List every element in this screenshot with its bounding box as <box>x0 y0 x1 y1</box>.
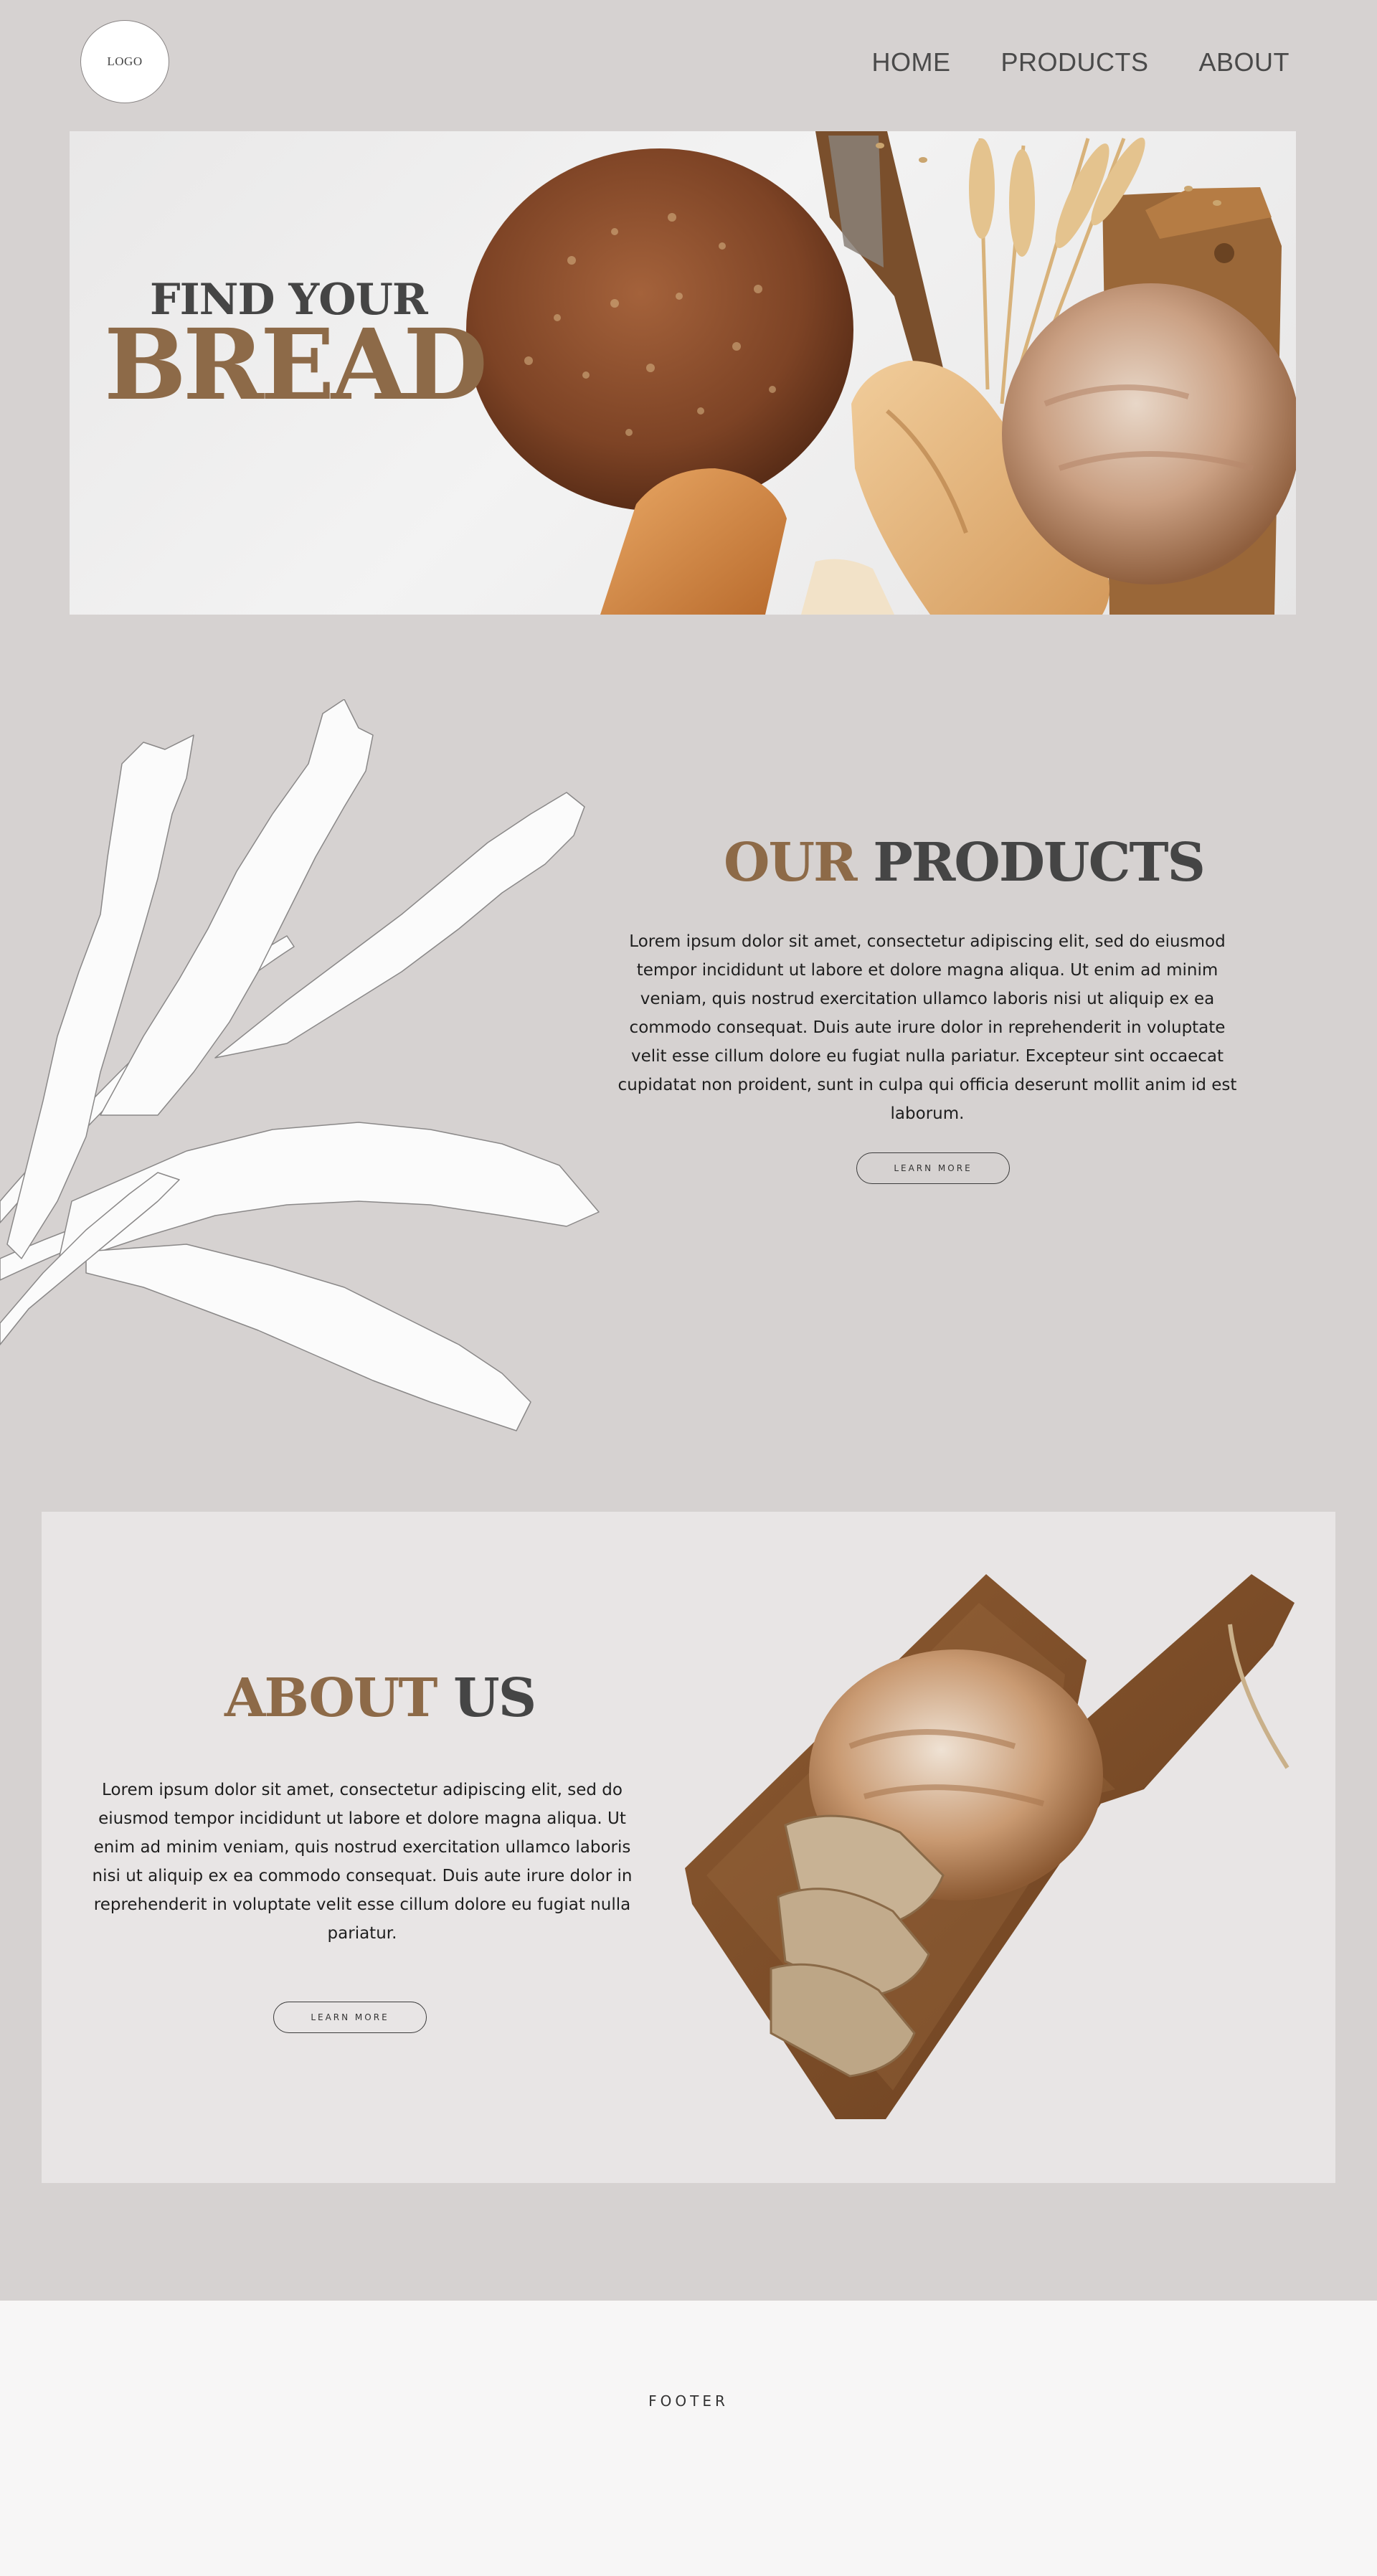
products-title-rest: PRODUCTS <box>873 832 1206 894</box>
hero-banner: FIND YOUR BREAD <box>70 131 1296 615</box>
nav-home[interactable]: HOME <box>871 47 950 77</box>
hero-heading-line2: BREAD <box>104 308 488 422</box>
logo-text: LOGO <box>107 55 143 68</box>
footer: FOOTER <box>0 2301 1377 2576</box>
products-description: Lorem ipsum dolor sit amet, consectetur … <box>617 932 1237 1123</box>
logo[interactable]: LOGO <box>80 20 169 103</box>
wheat-illustration <box>0 699 600 1431</box>
footer-label: FOOTER <box>648 2392 729 2410</box>
about-title: ABOUT US <box>224 1667 536 1729</box>
nav-about[interactable]: ABOUT <box>1198 47 1290 77</box>
main-nav: HOME PRODUCTS ABOUT <box>871 47 1290 77</box>
about-title-accent: ABOUT <box>224 1667 437 1729</box>
bread-board-photo <box>685 1574 1295 2119</box>
products-learn-more-button[interactable]: LEARN MORE <box>856 1152 1010 1184</box>
about-title-rest: US <box>453 1667 536 1729</box>
products-title: OUR PRODUCTS <box>724 832 1206 894</box>
about-learn-more-button[interactable]: LEARN MORE <box>273 2002 427 2033</box>
nav-products[interactable]: PRODUCTS <box>1000 47 1148 77</box>
about-description: Lorem ipsum dolor sit amet, consectetur … <box>92 1781 633 1943</box>
products-title-accent: OUR <box>724 832 857 894</box>
